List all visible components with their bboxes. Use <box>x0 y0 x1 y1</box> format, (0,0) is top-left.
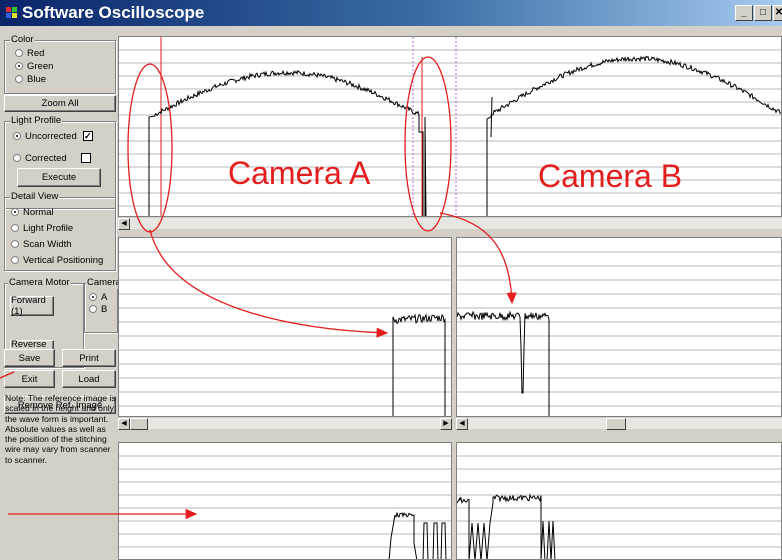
minimize-button[interactable]: _ <box>735 5 753 21</box>
profile-right-trace <box>457 493 556 559</box>
detail-light-profile-option[interactable]: Light Profile <box>11 222 73 234</box>
radio-icon[interactable] <box>15 75 23 83</box>
detail-scope-left[interactable] <box>118 237 452 417</box>
profile-right-waveform <box>457 455 781 559</box>
color-group-title: Color <box>10 34 35 46</box>
camera-b-edge-trace <box>490 96 493 138</box>
detail-right-waveform <box>457 251 781 416</box>
reference-image-note: Note: The reference image is scaled in t… <box>5 393 116 465</box>
scroll-left-icon[interactable]: ◀ <box>118 418 130 430</box>
scrollbar-thumb[interactable] <box>606 418 626 430</box>
radio-icon[interactable] <box>11 240 19 248</box>
maximize-button[interactable]: □ <box>754 5 772 21</box>
print-button[interactable]: Print <box>62 349 116 367</box>
window-title: Software Oscilloscope <box>22 3 205 22</box>
overview-scrollbar[interactable]: ◀ <box>118 217 782 230</box>
stitching-wire-trace <box>424 116 427 216</box>
detail-normal-option[interactable]: Normal <box>11 206 54 218</box>
camera-group: Camera A B <box>84 277 122 333</box>
radio-icon[interactable] <box>11 224 19 232</box>
color-group: Color Red Green Blue <box>4 34 116 94</box>
radio-icon[interactable] <box>13 154 21 162</box>
color-blue-option[interactable]: Blue <box>15 73 46 85</box>
camera-a-label: Camera A <box>228 155 371 191</box>
detail-right-scrollbar[interactable]: ◀ <box>456 417 782 430</box>
uncorrected-option[interactable]: Uncorrected ✓ <box>13 130 93 142</box>
camera-a-edge-trace <box>392 313 446 416</box>
detail-scope-right[interactable] <box>456 237 782 417</box>
detail-scan-width-option[interactable]: Scan Width <box>11 238 72 250</box>
execute-button[interactable]: Execute <box>17 168 101 187</box>
radio-icon[interactable] <box>11 256 19 264</box>
zoom-all-button[interactable]: Zoom All <box>4 95 116 112</box>
scroll-right-icon[interactable]: ▶ <box>440 418 452 430</box>
detail-left-waveform <box>119 251 451 416</box>
corrected-option[interactable]: Corrected <box>13 152 91 164</box>
light-profile-title: Light Profile <box>10 115 63 127</box>
scroll-left-icon[interactable]: ◀ <box>118 218 130 230</box>
load-button[interactable]: Load <box>62 370 116 388</box>
app-icon <box>6 7 17 18</box>
color-red-option[interactable]: Red <box>15 47 44 59</box>
detail-view-title: Detail View <box>10 191 60 203</box>
color-green-option[interactable]: Green <box>15 60 53 72</box>
radio-selected-icon[interactable] <box>89 293 97 301</box>
camera-motor-title: Camera Motor <box>8 277 71 289</box>
detail-view-group: Detail View Normal Light Profile Scan Wi… <box>4 191 116 271</box>
camera-group-title: Camera <box>86 277 122 289</box>
detail-vertical-positioning-option[interactable]: Vertical Positioning <box>11 254 103 266</box>
camera-b-label: Camera B <box>538 158 683 194</box>
overview-waveform <box>119 37 781 216</box>
profile-scope-right[interactable] <box>456 442 782 560</box>
radio-selected-icon[interactable] <box>15 62 23 70</box>
close-button[interactable]: ✕ <box>773 5 782 21</box>
detail-left-scrollbar[interactable]: ◀ ▶ <box>118 417 452 430</box>
overview-scope[interactable] <box>118 36 782 217</box>
corrected-checkbox[interactable] <box>80 153 91 163</box>
profile-scope-left[interactable] <box>118 442 452 560</box>
camera-b-option[interactable]: B <box>89 303 107 315</box>
profile-left-waveform <box>119 455 451 559</box>
radio-selected-icon[interactable] <box>13 132 21 140</box>
profile-left-trace <box>388 511 447 559</box>
save-button[interactable]: Save <box>4 349 55 367</box>
camera-a-option[interactable]: A <box>89 291 107 303</box>
forward-button[interactable]: Forward (1) <box>10 295 54 317</box>
radio-selected-icon[interactable] <box>11 208 19 216</box>
radio-icon[interactable] <box>15 49 23 57</box>
uncorrected-checkbox[interactable]: ✓ <box>82 131 93 141</box>
radio-icon[interactable] <box>89 305 97 313</box>
scroll-left-icon[interactable]: ◀ <box>456 418 468 430</box>
scrollbar-thumb[interactable] <box>130 418 148 430</box>
camera-a-trace <box>148 69 424 216</box>
control-panel: Color Red Green Blue Zoom All Light Prof… <box>0 26 122 560</box>
exit-button[interactable]: Exit <box>4 370 55 388</box>
title-bar: Software Oscilloscope _ □ ✕ <box>0 0 782 26</box>
